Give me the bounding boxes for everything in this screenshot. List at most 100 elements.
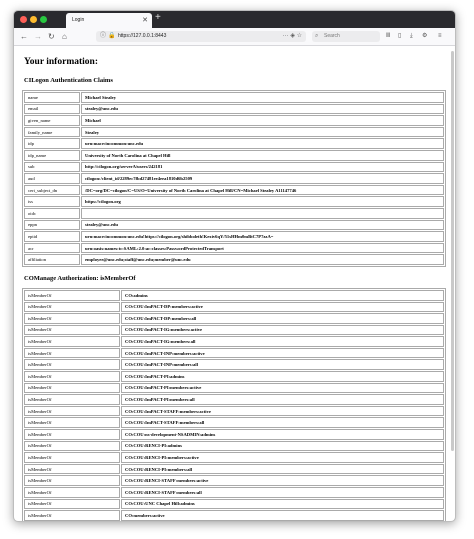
- table-row: oidc: [24, 207, 444, 219]
- table-row: isMemberOf CO:COU:RENCI-PI:members:all: [24, 463, 444, 475]
- table-row: email stealey@unc.edu: [24, 103, 444, 115]
- back-icon[interactable]: ←: [20, 31, 28, 42]
- row-value: CO:COU:ns-development-NSADMIN:admins: [121, 429, 444, 440]
- home-icon[interactable]: ⌂: [62, 31, 67, 42]
- download-icon[interactable]: ⤓: [410, 31, 413, 42]
- row-value: Stealey: [81, 126, 444, 138]
- table-row: isMemberOf CO:COU:ImPACT-PI:members:activ…: [24, 382, 444, 394]
- extension-icon[interactable]: ⚙: [422, 31, 427, 42]
- table-row: isMemberOf CO:COU:UNC Chapel Hill:admins: [24, 498, 444, 510]
- row-value: CO:COU:ImPACT-DP:members:all: [121, 313, 444, 324]
- row-value: CO:members:active: [121, 510, 444, 521]
- row-value: CO:COU:ImPACT-DP:members:active: [121, 301, 444, 313]
- row-key: email: [24, 103, 80, 115]
- row-value: urn:mace:incommon:unc.edu!https://cilogo…: [81, 231, 444, 242]
- row-key: affiliation: [24, 254, 80, 265]
- row-value: CO:COU:ImPACT-IG:members:active: [121, 324, 444, 336]
- row-key: isMemberOf: [24, 498, 120, 510]
- pocket-icon[interactable]: ◈: [290, 33, 295, 39]
- table-row: eptid urn:mace:incommon:unc.edu!https://c…: [24, 231, 444, 242]
- row-key: isMemberOf: [24, 417, 120, 429]
- ismember-table: isMemberOf CO:admins isMemberOf CO:COU:ImPA…: [22, 287, 446, 521]
- window-close-button[interactable]: [20, 16, 27, 23]
- table-row: idp_name University of North Carolina at …: [24, 149, 444, 161]
- sidebar-icon[interactable]: ▯: [398, 31, 401, 42]
- claims-table: name Michael Stealey email stealey@unc.edu g…: [22, 90, 446, 267]
- row-value: CO:COU:ImPACT-STAFF:members:all: [121, 417, 444, 429]
- row-key: isMemberOf: [24, 394, 120, 405]
- info-icon[interactable]: ⓘ: [100, 31, 106, 42]
- scrollbar[interactable]: [451, 51, 454, 451]
- search-input[interactable]: ⌕ Search: [312, 31, 380, 42]
- table-row: isMemberOf CO:COU:RENCI-PI:members:active: [24, 452, 444, 463]
- tab-login[interactable]: Login ✕: [66, 13, 152, 28]
- window-minimize-button[interactable]: [30, 16, 37, 23]
- table-row: given_name Michael: [24, 115, 444, 126]
- row-key: isMemberOf: [24, 510, 120, 521]
- row-value: CO:COU:RENCI-PI:admins: [121, 440, 444, 452]
- row-value: CO:COU:ImPACT-PI:members:all: [121, 394, 444, 405]
- table-row: isMemberOf CO:COU:ImPACT-STAFF:members:ac…: [24, 405, 444, 417]
- search-placeholder: Search: [324, 33, 340, 39]
- table-row: isMemberOf CO:members:active: [24, 510, 444, 521]
- row-key: isMemberOf: [24, 475, 120, 486]
- row-key: sub: [24, 161, 80, 173]
- page-content: Your information: CILogon Authentication…: [14, 47, 455, 521]
- table-row: idp urn:mace:incommon:unc.edu: [24, 138, 444, 149]
- search-icon: ⌕: [315, 33, 319, 39]
- row-value: CO:COU:RENCI-STAFF:members:all: [121, 487, 444, 498]
- table-row: isMemberOf CO:COU:ImPACT-DP:members:all: [24, 313, 444, 324]
- url-bar[interactable]: ⓘ 🔒 https://127.0.0.1:8443 ··· ◈ ☆: [96, 31, 306, 42]
- table-row: isMemberOf CO:COU:ImPACT-PI:members:all: [24, 394, 444, 405]
- table-row: iss https://cilogon.org: [24, 196, 444, 207]
- row-key: cert_subject_dn: [24, 184, 80, 196]
- row-value: stealey@unc.edu: [81, 103, 444, 115]
- row-key: isMemberOf: [24, 371, 120, 382]
- menu-icon[interactable]: ≡: [438, 31, 442, 42]
- table-row: isMemberOf CO:COU:ImPACT-STAFF:members:al…: [24, 417, 444, 429]
- window-maximize-button[interactable]: [40, 16, 47, 23]
- row-value: CO:COU:UNC Chapel Hill:admins: [121, 498, 444, 510]
- nav-bar: ← → ↻ ⌂ ⓘ 🔒 https://127.0.0.1:8443 ··· ◈…: [14, 28, 455, 46]
- row-key: isMemberOf: [24, 289, 120, 301]
- row-value: CO:COU:ImPACT-INP:members:active: [121, 347, 444, 359]
- table-row: sub http://cilogon.org/serverA/users/2421…: [24, 161, 444, 173]
- row-value: stealey@unc.edu: [81, 219, 444, 231]
- row-value: CO:COU:RENCI-PI:members:active: [121, 452, 444, 463]
- row-key: acr: [24, 242, 80, 254]
- row-key: isMemberOf: [24, 324, 120, 336]
- row-key: isMemberOf: [24, 347, 120, 359]
- row-value: [81, 207, 444, 219]
- new-tab-icon[interactable]: +: [155, 12, 161, 23]
- row-key: aud: [24, 173, 80, 184]
- reload-icon[interactable]: ↻: [48, 31, 55, 42]
- library-icon[interactable]: Ⅲ: [386, 31, 390, 42]
- table-row: isMemberOf CO:COU:ImPACT-IG:members:activ…: [24, 324, 444, 336]
- table-row: isMemberOf CO:COU:ImPACT-DP:members:activ…: [24, 301, 444, 313]
- forward-icon[interactable]: →: [34, 31, 42, 42]
- row-value: urn:mace:incommon:unc.edu: [81, 138, 444, 149]
- bookmark-star-icon[interactable]: ☆: [297, 33, 302, 39]
- row-key: isMemberOf: [24, 313, 120, 324]
- row-value: http://cilogon.org/serverA/users/242181: [81, 161, 444, 173]
- row-value: CO:admins: [121, 289, 444, 301]
- more-icon[interactable]: ···: [283, 33, 289, 39]
- row-key: isMemberOf: [24, 463, 120, 475]
- insecure-lock-icon[interactable]: 🔒: [108, 31, 115, 42]
- table-row: isMemberOf CO:COU:RENCI-PI:admins: [24, 440, 444, 452]
- table-row: family_name Stealey: [24, 126, 444, 138]
- claims-heading: CILogon Authentication Claims: [24, 77, 113, 84]
- close-icon[interactable]: ✕: [142, 13, 148, 28]
- tab-bar: Login ✕ +: [14, 11, 455, 28]
- url-actions: ··· ◈ ☆: [283, 31, 302, 42]
- row-key: isMemberOf: [24, 440, 120, 452]
- row-value: CO:COU:ImPACT-PI:admins: [121, 371, 444, 382]
- page-title: Your information:: [24, 57, 98, 67]
- row-value: Michael Stealey: [81, 92, 444, 103]
- row-value: CO:COU:ImPACT-IG:members:all: [121, 336, 444, 347]
- table-row: affiliation employee@unc.edu;staff@unc.ed…: [24, 254, 444, 265]
- row-value: CO:COU:ImPACT-PI:members:active: [121, 382, 444, 394]
- row-key: isMemberOf: [24, 452, 120, 463]
- row-value: CO:COU:ImPACT-INP:members:all: [121, 359, 444, 371]
- row-key: isMemberOf: [24, 359, 120, 371]
